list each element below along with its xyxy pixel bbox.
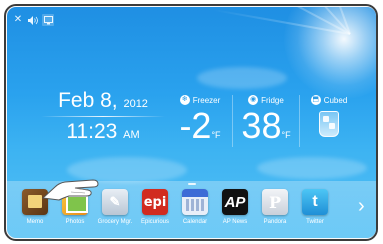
fridge-temperature[interactable]: ◉ Fridge 38°F [237, 95, 295, 154]
date-display: Feb 8, 2012 [41, 89, 165, 113]
ampm-text: AM [123, 129, 140, 141]
app-calendar[interactable]: Calendar [175, 189, 215, 225]
touch-hand-icon [41, 179, 99, 201]
twitter-icon: t [302, 189, 328, 215]
clock-widget[interactable]: Feb 8, 2012 11:23 AM [41, 89, 165, 144]
grocery-icon: ✎ [102, 189, 128, 215]
time-display: 11:23 AM [41, 120, 165, 144]
app-label: Calendar [182, 219, 208, 225]
sun-glow [284, 7, 376, 99]
screen-icon[interactable] [42, 14, 54, 26]
app-label: Memo [26, 219, 44, 225]
app-label: Pandora [263, 219, 287, 225]
freezer-value: -2 [179, 105, 212, 146]
app-label: Twitter [306, 219, 324, 225]
divider [232, 95, 233, 147]
home-screen: ✕ Feb 8, 2012 11:23 AM ❄ Freezer -2°F ◉ [7, 7, 376, 238]
app-label: AP News [222, 219, 248, 225]
year-text: 2012 [123, 98, 148, 110]
freezer-label: Freezer [192, 95, 221, 105]
fridge-icon: ◉ [248, 95, 259, 105]
ice-icon: ⬒ [310, 95, 321, 105]
volume-icon[interactable] [27, 14, 39, 26]
status-toolbar: ✕ [12, 14, 54, 26]
dock-next-button[interactable]: › [358, 196, 365, 216]
app-epicurious[interactable]: epi Epicurious [135, 189, 175, 225]
cloud [257, 157, 367, 179]
close-icon[interactable]: ✕ [12, 14, 24, 26]
ice-mode[interactable]: ⬒ Cubed [304, 95, 354, 137]
dock-handle[interactable] [188, 183, 196, 185]
pandora-icon: P [262, 189, 288, 215]
app-label: Photos [65, 219, 85, 225]
cloud [197, 67, 287, 89]
freezer-temperature[interactable]: ❄ Freezer -2°F [170, 95, 230, 154]
date-text: Feb 8, [58, 89, 118, 112]
epicurious-icon: epi [142, 189, 168, 215]
ice-cubes-icon [319, 111, 339, 137]
divider [41, 116, 165, 117]
freezer-icon: ❄ [179, 95, 190, 105]
time-text: 11:23 [66, 120, 118, 143]
app-label: Grocery Mgr. [97, 219, 133, 225]
fridge-value: 38 [241, 105, 282, 146]
app-pandora[interactable]: P Pandora [255, 189, 295, 225]
divider [299, 95, 300, 147]
app-twitter[interactable]: t Twitter [295, 189, 335, 225]
ap-news-icon: AP [222, 189, 248, 215]
freezer-unit: °F [211, 130, 221, 140]
calendar-icon [182, 189, 208, 215]
fridge-label: Fridge [261, 95, 284, 105]
app-label: Epicurious [140, 219, 169, 225]
ice-label: Cubed [323, 95, 348, 105]
app-ap-news[interactable]: AP AP News [215, 189, 255, 225]
fridge-unit: °F [281, 130, 291, 140]
